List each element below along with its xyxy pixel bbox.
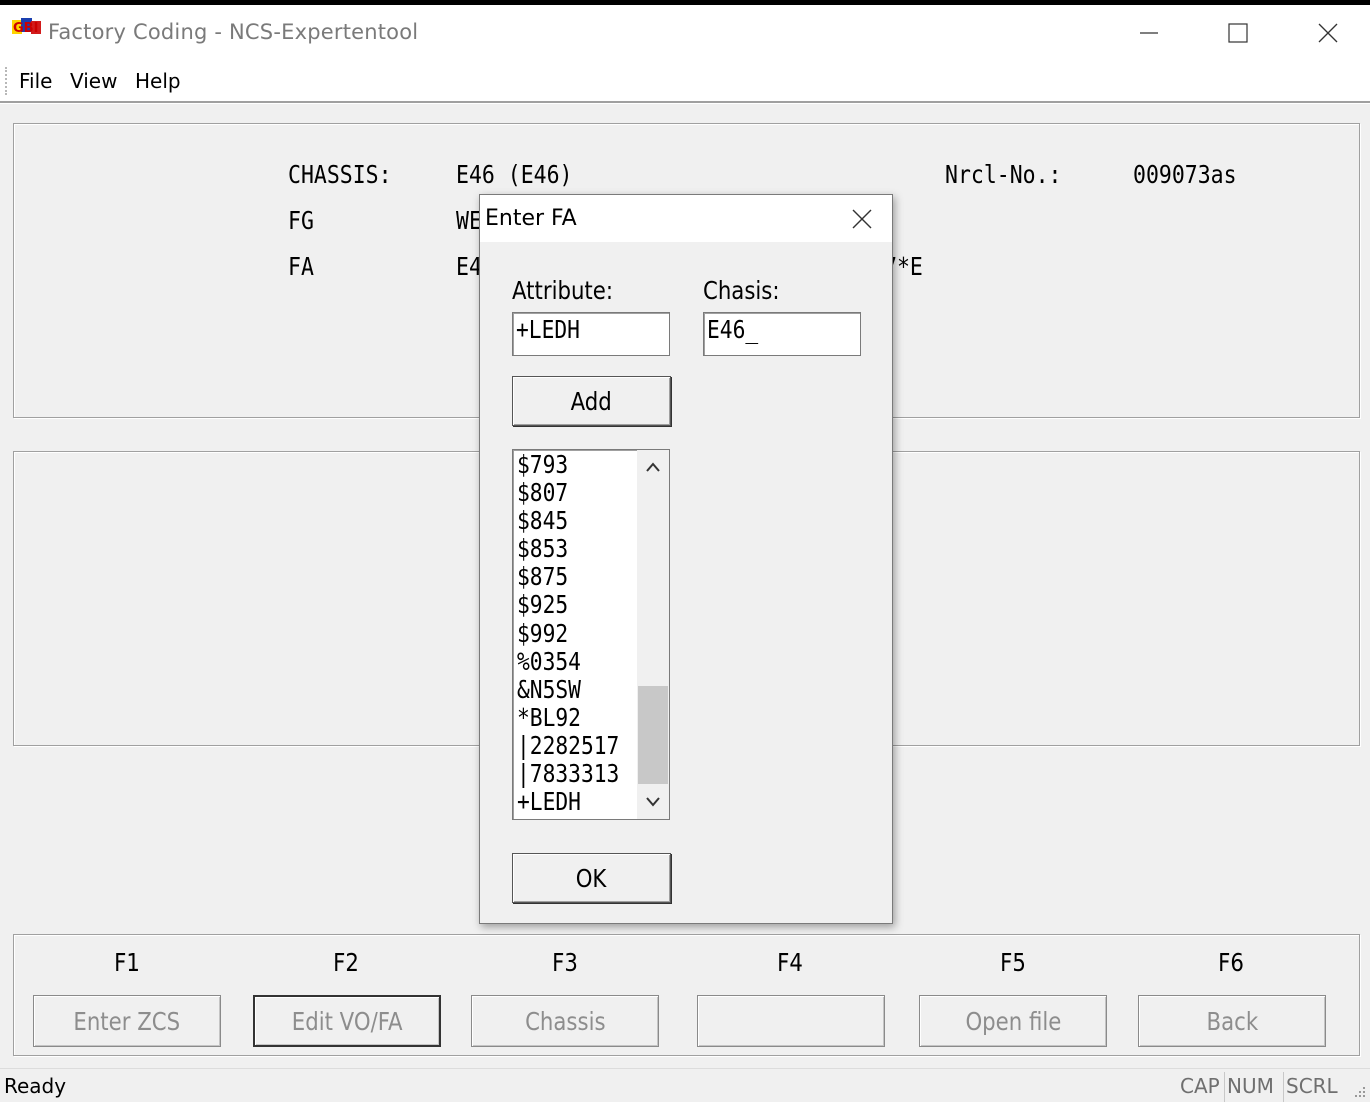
minimize-button[interactable] <box>1104 5 1194 61</box>
cap-indicator: CAP <box>1180 1074 1220 1098</box>
add-button[interactable]: Add <box>512 376 671 426</box>
menu-bar: File View Help <box>0 61 1370 101</box>
list-item[interactable]: |2282517 <box>517 731 637 760</box>
list-item[interactable]: $793 <box>517 450 637 479</box>
menu-help[interactable]: Help <box>135 69 181 93</box>
menu-view[interactable]: View <box>70 69 117 93</box>
fkey-label-f5: F5 <box>1000 948 1026 977</box>
status-bar: Ready CAP NUM SCRL <box>0 1068 1370 1102</box>
window-title: Factory Coding - NCS-Expertentool <box>48 20 419 44</box>
fkey-label-f4: F4 <box>777 948 803 977</box>
ok-button[interactable]: OK <box>512 853 671 903</box>
fkey-label-f2: F2 <box>333 948 359 977</box>
close-icon <box>852 209 872 228</box>
fa-value: E4 <box>456 252 482 281</box>
maximize-button[interactable] <box>1193 5 1283 61</box>
list-items: $793 $807 $845 $853 $875 $925 $992 %0354… <box>517 450 637 816</box>
scrl-indicator: SCRL <box>1283 1072 1340 1102</box>
dialog-close-button[interactable] <box>832 195 892 242</box>
scroll-down-button[interactable] <box>637 785 669 819</box>
dialog-title: Enter FA <box>485 206 577 231</box>
close-icon <box>1318 23 1338 43</box>
menu-separator <box>0 101 1370 104</box>
list-item[interactable]: $925 <box>517 590 637 619</box>
fg-value: WE <box>456 206 482 235</box>
dialog-title-bar[interactable]: Enter FA <box>480 195 892 242</box>
menu-grip <box>5 67 7 95</box>
attribute-label: Attribute: <box>512 276 613 305</box>
list-item[interactable]: &N5SW <box>517 675 637 704</box>
list-item[interactable]: +LEDH <box>517 787 637 816</box>
attribute-input[interactable]: +LEDH <box>512 312 670 356</box>
fkey-label-f6: F6 <box>1218 948 1244 977</box>
scroll-up-button[interactable] <box>637 450 669 484</box>
fa-attribute-list[interactable]: $793 $807 $845 $853 $875 $925 $992 %0354… <box>512 449 670 820</box>
scroll-thumb[interactable] <box>638 686 668 784</box>
num-indicator: NUM <box>1224 1072 1276 1102</box>
fa-label: FA <box>288 252 314 281</box>
app-logo-icon: GBI <box>12 17 44 39</box>
minimize-icon <box>1140 32 1158 34</box>
chassis-label: CHASSIS: <box>288 160 392 189</box>
list-item[interactable]: $853 <box>517 534 637 563</box>
open-file-button[interactable]: Open file <box>919 995 1107 1047</box>
nrcl-label: Nrcl-No.: <box>945 160 1062 189</box>
chasis-input[interactable]: E46_ <box>703 312 861 356</box>
fkey-label-f1: F1 <box>114 948 140 977</box>
resize-grip-icon[interactable] <box>1351 1083 1367 1099</box>
list-item[interactable]: $875 <box>517 562 637 591</box>
nrcl-value: 009073as <box>1133 160 1237 189</box>
svg-text:GBI: GBI <box>13 21 38 36</box>
fkey-label-f3: F3 <box>552 948 578 977</box>
menu-file[interactable]: File <box>19 69 52 93</box>
edit-vo-fa-button[interactable]: Edit VO/FA <box>253 995 441 1047</box>
list-item[interactable]: |7833313 <box>517 759 637 788</box>
list-item[interactable]: $845 <box>517 506 637 535</box>
chevron-up-icon <box>646 462 660 472</box>
enter-fa-dialog: Enter FA Attribute: +LEDH Chasis: E46_ A… <box>479 194 893 924</box>
fg-label: FG <box>288 206 314 235</box>
chevron-down-icon <box>646 797 660 807</box>
f4-button[interactable] <box>697 995 885 1047</box>
list-item[interactable]: $807 <box>517 478 637 507</box>
chassis-button[interactable]: Chassis <box>471 995 659 1047</box>
back-button[interactable]: Back <box>1138 995 1326 1047</box>
list-item[interactable]: %0354 <box>517 647 637 676</box>
maximize-icon <box>1228 23 1248 43</box>
close-button[interactable] <box>1283 5 1370 61</box>
list-scrollbar[interactable] <box>637 450 669 819</box>
list-item[interactable]: $992 <box>517 619 637 648</box>
chassis-value: E46 (E46) <box>456 160 573 189</box>
status-text: Ready <box>4 1074 67 1098</box>
enter-zcs-button[interactable]: Enter ZCS <box>33 995 221 1047</box>
list-item[interactable]: *BL92 <box>517 703 637 732</box>
title-bar[interactable]: GBI Factory Coding - NCS-Expertentool <box>0 5 1370 61</box>
chasis-label: Chasis: <box>703 276 780 305</box>
